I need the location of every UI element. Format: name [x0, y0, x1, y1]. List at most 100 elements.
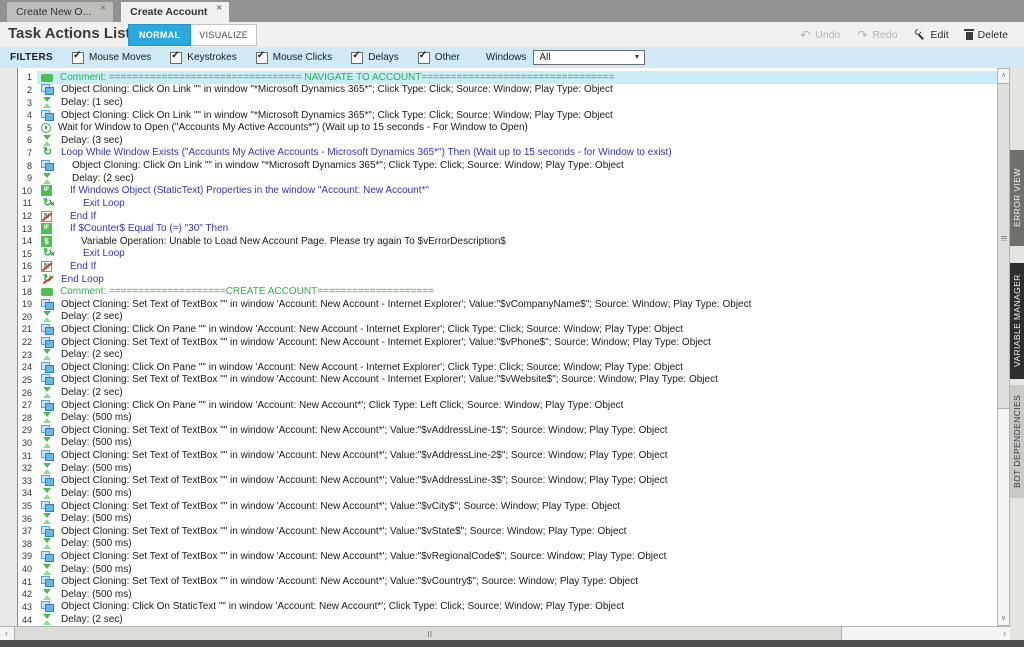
- task-row-text: Object Cloning: Set Text of TextBox "" i…: [59, 450, 667, 461]
- close-icon[interactable]: ✕: [100, 4, 106, 14]
- windows-label: Windows: [486, 52, 527, 63]
- task-row[interactable]: 35Object Cloning: Set Text of TextBox ""…: [0, 500, 997, 513]
- task-row[interactable]: 44Delay: (2 sec): [0, 613, 997, 626]
- task-row[interactable]: 36Delay: (500 ms): [0, 512, 997, 525]
- task-row-body: Delay: (500 ms): [37, 487, 997, 500]
- undo-button[interactable]: ↶ Undo: [800, 29, 840, 41]
- task-row-body: Delay: (500 ms): [37, 411, 997, 424]
- delay-icon: [41, 349, 54, 360]
- redo-label: Redo: [872, 29, 897, 41]
- checkbox[interactable]: [418, 52, 430, 64]
- task-row[interactable]: 4Object Cloning: Click On Link "" in win…: [0, 109, 997, 122]
- window-tab[interactable]: Create New O...✕: [7, 2, 113, 22]
- task-row[interactable]: 22Object Cloning: Set Text of TextBox ""…: [0, 336, 997, 349]
- task-row[interactable]: 42Delay: (500 ms): [0, 588, 997, 601]
- task-row[interactable]: 38Delay: (500 ms): [0, 538, 997, 551]
- task-row[interactable]: 8Object Cloning: Click On Link "" in win…: [0, 159, 997, 172]
- checkbox[interactable]: [351, 52, 363, 64]
- window-tab[interactable]: Create Account✕: [121, 2, 229, 22]
- task-row[interactable]: 27Object Cloning: Click On Pane "" in wi…: [0, 399, 997, 412]
- task-row[interactable]: 40Delay: (500 ms): [0, 563, 997, 576]
- vertical-scrollbar[interactable]: ∧ ∨: [997, 68, 1010, 626]
- task-row-body: Delay: (2 sec): [37, 311, 997, 324]
- close-icon[interactable]: ✕: [216, 4, 222, 14]
- task-row-body: Delay: (2 sec): [37, 386, 997, 399]
- normal-button[interactable]: NORMAL: [128, 24, 191, 46]
- line-number: 17: [0, 274, 37, 284]
- task-row[interactable]: 11↻Exit Loop: [0, 197, 997, 210]
- task-row[interactable]: 1Comment: ==============================…: [0, 71, 997, 84]
- task-row[interactable]: 9Delay: (2 sec): [0, 172, 997, 185]
- task-row[interactable]: 24Object Cloning: Click On Pane "" in wi…: [0, 361, 997, 374]
- task-row-body: NEnd If: [37, 260, 997, 273]
- task-row[interactable]: 2Object Cloning: Click On Link "" in win…: [0, 84, 997, 97]
- task-row[interactable]: 29Object Cloning: Set Text of TextBox ""…: [0, 424, 997, 437]
- task-row-body: Delay: (500 ms): [37, 462, 997, 475]
- task-row[interactable]: 21Object Cloning: Click On Pane "" in wi…: [0, 323, 997, 336]
- scroll-left-icon[interactable]: ‹: [0, 627, 13, 640]
- scroll-down-icon[interactable]: ∨: [998, 612, 1009, 625]
- checkbox[interactable]: [256, 52, 268, 64]
- task-row[interactable]: 32Delay: (500 ms): [0, 462, 997, 475]
- redo-button[interactable]: ↷ Redo: [857, 29, 897, 41]
- task-row-body: Object Cloning: Set Text of TextBox "" i…: [37, 449, 997, 462]
- task-row[interactable]: 19Object Cloning: Set Text of TextBox ""…: [0, 298, 997, 311]
- task-row[interactable]: 7↻Loop While Window Exists ("Accounts My…: [0, 147, 997, 160]
- horizontal-scrollbar[interactable]: ‹ ›: [0, 626, 1011, 640]
- task-row[interactable]: 39Object Cloning: Set Text of TextBox ""…: [0, 550, 997, 563]
- task-row[interactable]: 3Delay: (1 sec): [0, 96, 997, 109]
- edit-button[interactable]: Edit: [915, 29, 949, 41]
- delete-button[interactable]: Delete: [966, 29, 1008, 41]
- task-row[interactable]: 10IFIf Windows Object (StaticText) Prope…: [0, 184, 997, 197]
- task-row[interactable]: 23Delay: (2 sec): [0, 348, 997, 361]
- task-row[interactable]: 6Delay: (3 sec): [0, 134, 997, 147]
- vertical-scroll-thumb[interactable]: [998, 83, 1009, 409]
- task-row[interactable]: 41Object Cloning: Set Text of TextBox ""…: [0, 575, 997, 588]
- line-number: 12: [0, 211, 37, 221]
- line-number: 6: [0, 135, 37, 145]
- scroll-up-icon[interactable]: ∧: [998, 69, 1009, 82]
- line-number: 35: [0, 501, 37, 511]
- windows-select[interactable]: All ▼: [533, 50, 645, 65]
- task-row[interactable]: 16NEnd If: [0, 260, 997, 273]
- task-row[interactable]: 5Wait for Window to Open ("Accounts My A…: [0, 121, 997, 134]
- delay-icon: [41, 589, 54, 600]
- task-row[interactable]: 28Delay: (500 ms): [0, 411, 997, 424]
- line-number: 10: [0, 186, 37, 196]
- windows-select-value: All: [539, 52, 550, 63]
- task-row[interactable]: 26Delay: (2 sec): [0, 386, 997, 399]
- task-row[interactable]: 25Object Cloning: Set Text of TextBox ""…: [0, 374, 997, 387]
- line-number: 28: [0, 413, 37, 423]
- visualize-button[interactable]: VISUALIZE: [191, 24, 257, 46]
- side-tab-bot-dependencies[interactable]: BOT DEPENDENCIES: [1010, 385, 1024, 498]
- task-row[interactable]: 20Delay: (2 sec): [0, 311, 997, 324]
- task-row-body: Object Cloning: Click On Pane "" in wind…: [37, 399, 997, 412]
- task-row-body: ↻End Loop: [37, 273, 997, 286]
- task-row[interactable]: 43Object Cloning: Click On StaticText ""…: [0, 601, 997, 614]
- task-row[interactable]: 33Object Cloning: Set Text of TextBox ""…: [0, 475, 997, 488]
- task-row[interactable]: 31Object Cloning: Set Text of TextBox ""…: [0, 449, 997, 462]
- task-actions-list: 1Comment: ==============================…: [0, 68, 997, 626]
- delay-icon: [41, 614, 54, 625]
- task-row[interactable]: 15↻Exit Loop: [0, 248, 997, 261]
- task-row[interactable]: 12NEnd If: [0, 210, 997, 223]
- side-tab-variable-manager[interactable]: VARIABLE MANAGER: [1010, 263, 1024, 379]
- task-row[interactable]: 13IFIf $Counter$ Equal To (=) "30" Then: [0, 222, 997, 235]
- checkbox[interactable]: [170, 52, 182, 64]
- checkbox[interactable]: [72, 52, 84, 64]
- task-row[interactable]: 34Delay: (500 ms): [0, 487, 997, 500]
- task-row-text: Object Cloning: Click On Link "" in wind…: [59, 110, 613, 121]
- side-tab-error-view[interactable]: ERROR VIEW: [1010, 150, 1024, 246]
- task-row-text: End If: [57, 211, 96, 222]
- clone-icon: [41, 576, 54, 587]
- delay-icon: [41, 412, 54, 423]
- checkbox-label: Keystrokes: [187, 52, 236, 63]
- task-row[interactable]: 37Object Cloning: Set Text of TextBox ""…: [0, 525, 997, 538]
- task-row-body: Comment: ===============================…: [37, 71, 997, 84]
- task-row[interactable]: 18Comment: ====================CREATE AC…: [0, 285, 997, 298]
- horizontal-scroll-thumb[interactable]: [14, 627, 842, 640]
- task-row[interactable]: 17↻End Loop: [0, 273, 997, 286]
- task-row[interactable]: 14$Variable Operation: Unable to Load Ne…: [0, 235, 997, 248]
- task-row[interactable]: 30Delay: (500 ms): [0, 437, 997, 450]
- line-number: 13: [0, 224, 37, 234]
